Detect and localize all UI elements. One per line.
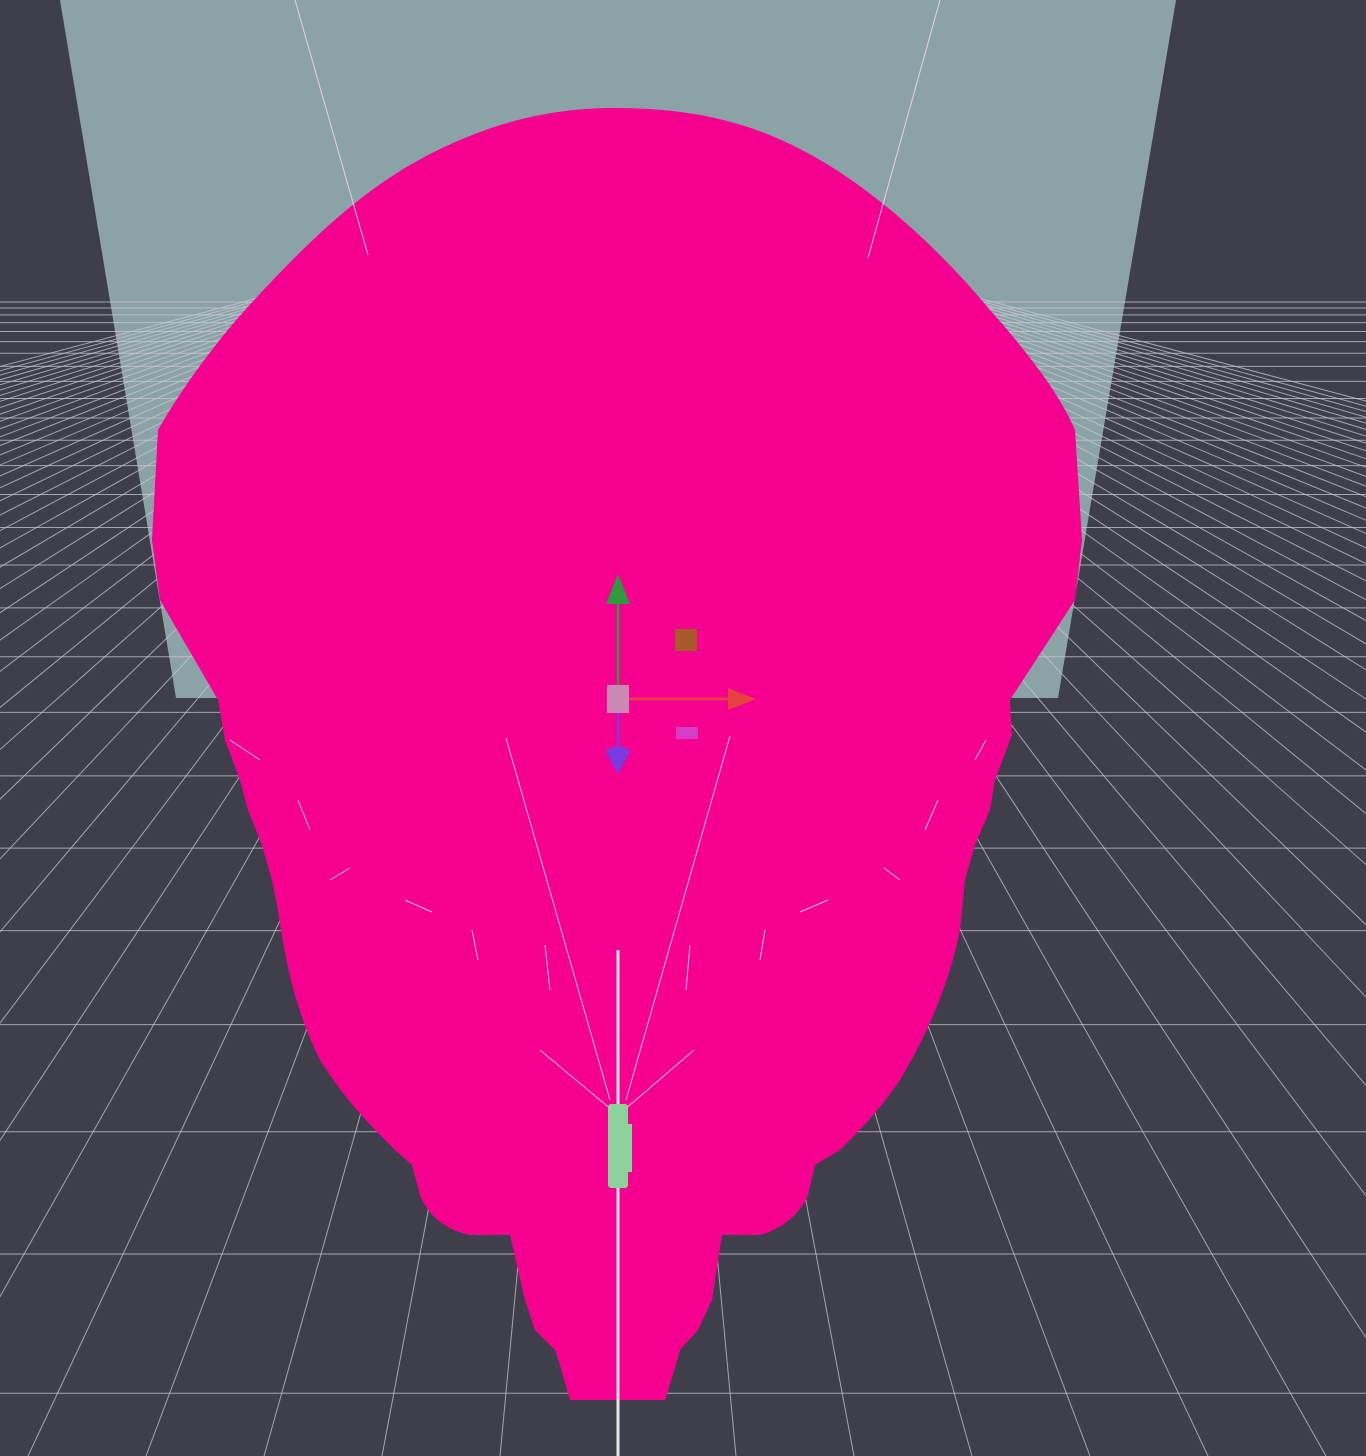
viewport-canvas[interactable] <box>0 0 1366 1456</box>
xy-plane-handle[interactable] <box>675 629 697 651</box>
spot-light-cap <box>624 1124 632 1172</box>
3d-viewport[interactable] <box>0 0 1366 1456</box>
xz-plane-handle[interactable] <box>676 727 698 739</box>
gizmo-center-handle[interactable] <box>607 685 629 713</box>
